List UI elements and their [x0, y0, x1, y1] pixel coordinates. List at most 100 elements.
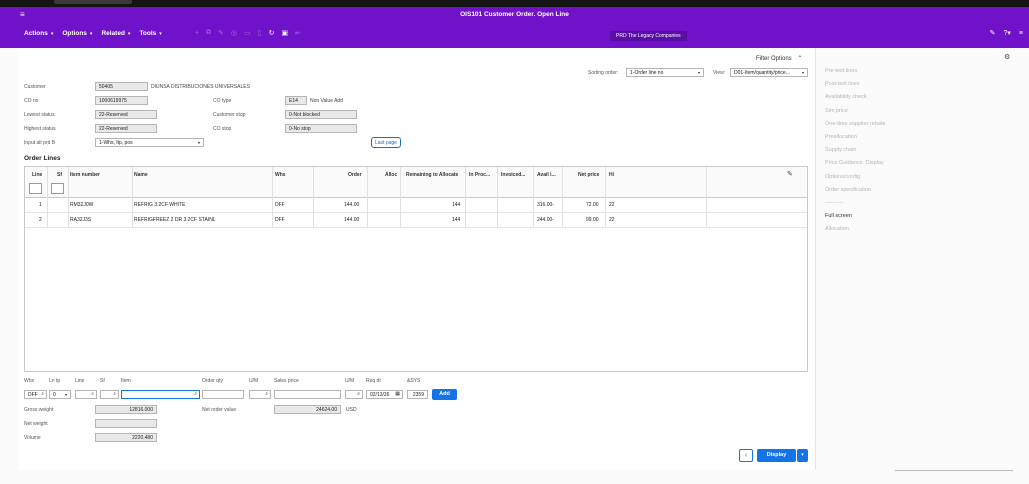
um2-input[interactable]: ⌕	[345, 390, 363, 399]
cell-line: 2	[39, 217, 42, 223]
filter-options[interactable]: Filter Options ⌃	[756, 55, 802, 62]
whs-input[interactable]: DFF ⌕	[24, 390, 47, 399]
sales-price-input[interactable]	[274, 390, 341, 399]
lowest-status-field[interactable]: 22-Reserved	[95, 110, 157, 119]
menu-tools[interactable]: Tools ▾	[139, 30, 161, 37]
delete-icon[interactable]: ▭	[244, 29, 251, 37]
display-dropdown-button[interactable]: ▾	[797, 449, 808, 462]
input-alt-value: 1-Whs, Itp, pos	[99, 140, 133, 146]
customer-field[interactable]: 50405	[95, 82, 148, 91]
customer-name: DIUNSA DISTRIBUCIONES UNIVERSALES	[151, 84, 250, 90]
calendar-icon[interactable]: ▦	[395, 391, 400, 397]
grid-header-remaining[interactable]: Remaining to Allocate	[406, 172, 458, 178]
edit-icon[interactable]: ✎	[787, 170, 793, 178]
refresh-icon[interactable]: ↻	[269, 29, 275, 37]
sorting-order-select[interactable]: 1-Order line no ▾	[626, 68, 704, 77]
grid-header-line[interactable]: Line	[32, 172, 42, 178]
ln-tp-select[interactable]: 0 ▾	[49, 390, 71, 399]
side-item-full-screen[interactable]: Full screen	[825, 213, 886, 226]
item-input[interactable]: ⌕	[121, 390, 200, 399]
grid-header-inproc[interactable]: In Proc...	[469, 172, 490, 178]
menu-options-label: Options	[62, 30, 87, 37]
grid-header-hi[interactable]: Hi	[609, 172, 614, 178]
gear-icon[interactable]: ⚙	[1004, 53, 1010, 61]
export-icon[interactable]: ⇤	[295, 29, 301, 37]
order-qty-input[interactable]	[202, 390, 244, 399]
hamburger-icon[interactable]: ≡	[1019, 30, 1023, 37]
highest-status-field[interactable]: 22-Reserved	[95, 124, 157, 133]
side-item-rebate[interactable]: One-time supplier rebate	[825, 121, 886, 134]
browser-tab[interactable]	[54, 0, 132, 4]
side-item-order-spec[interactable]: Order specification	[825, 187, 886, 200]
cell-avail: 244.00-	[537, 217, 554, 223]
display-icon[interactable]: ◎	[231, 29, 237, 37]
side-item-post-text[interactable]: Post-text lines	[825, 81, 886, 94]
view-select[interactable]: D01-Item/quantity/price... ▾	[730, 68, 808, 77]
edit-icon[interactable]: ✎	[218, 29, 224, 37]
search-icon[interactable]: ⌕	[357, 391, 360, 397]
sf-input[interactable]: ⌕	[100, 390, 119, 399]
side-item-sim-price[interactable]: Sim price	[825, 108, 886, 121]
company-badge: PRD The Legacy Companies	[610, 31, 687, 41]
grid-header-item[interactable]: Item number	[70, 172, 100, 178]
save-icon[interactable]: ▣	[281, 29, 288, 37]
back-button[interactable]: ‹	[739, 449, 753, 462]
search-icon[interactable]: ⌕	[91, 391, 94, 397]
grid-header-invoiced[interactable]: Invoiced...	[501, 172, 525, 178]
input-alt-select[interactable]: 1-Whs, Itp, pos ▾	[95, 138, 204, 147]
net-weight-label: Net weight	[24, 421, 48, 427]
grid-header-alloc[interactable]: Alloc	[385, 172, 397, 178]
side-item-supply-chain[interactable]: Supply chain	[825, 147, 886, 160]
copy-icon[interactable]: ⧉	[206, 29, 211, 37]
search-icon[interactable]: ⌕	[194, 391, 197, 397]
sys-input[interactable]: 2359	[407, 390, 428, 399]
co-stop-field[interactable]: 0-No stop	[285, 124, 357, 133]
grid-header: Line Sf Item number Name Whs Order Alloc…	[25, 167, 807, 228]
side-item-options-config[interactable]: Options/config	[825, 174, 886, 187]
chevron-up-icon: ⌃	[797, 56, 803, 62]
grid-header-whs[interactable]: Whs	[275, 172, 286, 178]
help-icon[interactable]: ?▾	[1003, 29, 1010, 37]
last-page-button[interactable]: Last page	[371, 137, 401, 148]
um-input[interactable]: ⌕	[249, 390, 271, 399]
cell-item: RA32J3S	[70, 217, 92, 223]
menu-related[interactable]: Related ▾	[101, 30, 130, 37]
chevron-down-icon: ▾	[89, 31, 93, 37]
grid-header-name[interactable]: Name	[134, 172, 148, 178]
search-icon[interactable]: ⌕	[41, 391, 44, 397]
side-item-preallocation[interactable]: Preallocation	[825, 134, 886, 147]
table-row[interactable]: 2 RA32J3S REFRIGFREEZ 2 DR 3.2CF STAINL …	[25, 213, 807, 228]
chevron-down-icon: ▾	[64, 392, 67, 397]
co-no-field[interactable]: 1000619975	[95, 96, 148, 105]
delete-icon[interactable]: ▯	[258, 29, 262, 37]
co-type-field[interactable]: E14	[285, 96, 307, 105]
line-input[interactable]: ⌕	[75, 390, 97, 399]
search-icon[interactable]: ⌕	[113, 391, 116, 397]
cell-remaining: 144	[452, 217, 461, 223]
filter-sf-field[interactable]	[51, 183, 64, 194]
grid-header-avail[interactable]: Avail i...	[537, 172, 556, 178]
add-button[interactable]: Add	[432, 389, 457, 400]
req-dt-input[interactable]: 02/13/26 ▦	[366, 390, 403, 399]
req-dt-value: 02/13/26	[370, 392, 390, 398]
related-options-list: Pre-text lines Post-text lines Availabil…	[825, 68, 886, 239]
side-item-price-guidance[interactable]: Price Guidance. Display	[825, 160, 886, 173]
table-row[interactable]: 1 RM32J0W REFRIG 3.2CF WHITE DFF 144.00 …	[25, 198, 807, 213]
display-button[interactable]: Display	[757, 449, 796, 462]
cell-line: 1	[39, 202, 42, 208]
menu-options[interactable]: Options ▾	[62, 30, 92, 37]
search-icon[interactable]: ⌕	[265, 391, 268, 397]
side-item-pre-text[interactable]: Pre-text lines	[825, 68, 886, 81]
menu-actions[interactable]: Actions ▾	[24, 30, 53, 37]
side-item-allocation[interactable]: Allocation	[825, 226, 886, 239]
grid-header-order[interactable]: Order	[348, 172, 362, 178]
grid-header-netprice[interactable]: Net price	[578, 172, 599, 178]
side-item-availability[interactable]: Availability check	[825, 94, 886, 107]
cell-hi: 22	[609, 217, 615, 223]
add-icon[interactable]: +	[195, 30, 199, 37]
edit-icon[interactable]: ✎	[990, 29, 996, 37]
customer-stop-field[interactable]: 0-Not blocked	[285, 110, 357, 119]
cell-netprice: 99.00	[586, 217, 599, 223]
filter-line-field[interactable]	[29, 183, 42, 194]
grid-header-sf[interactable]: Sf	[57, 172, 62, 178]
